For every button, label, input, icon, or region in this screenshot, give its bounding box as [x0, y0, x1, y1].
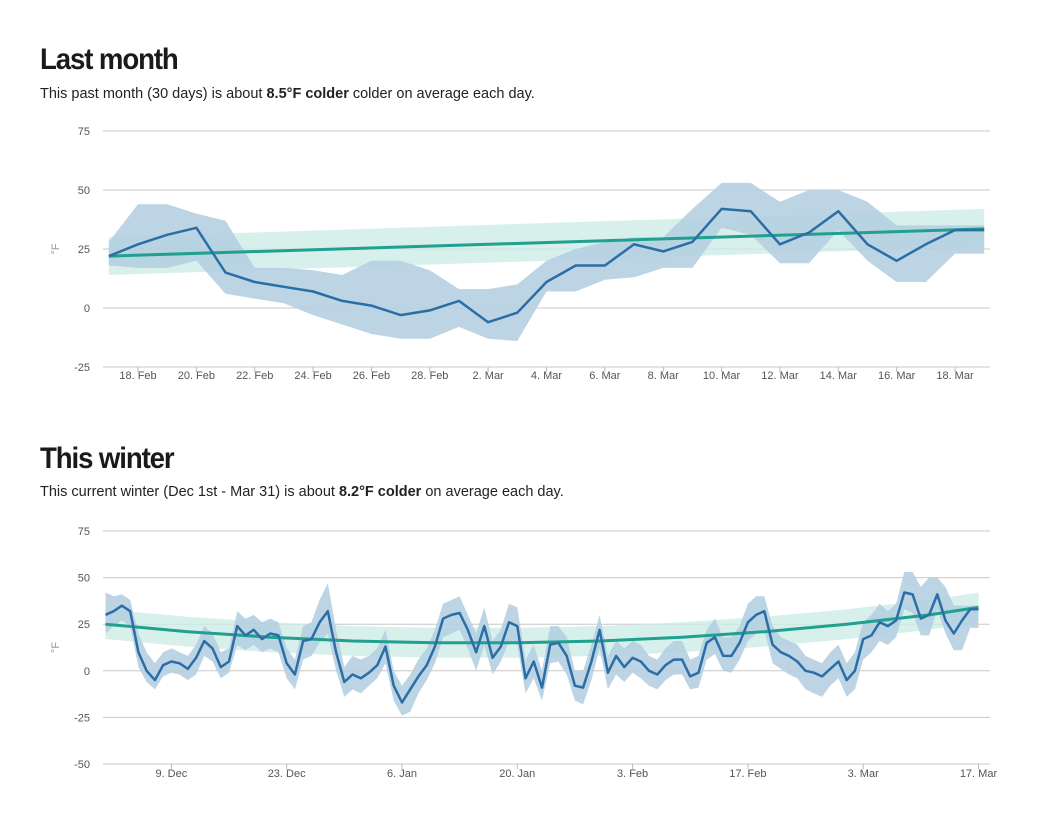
x-tick-label: 8. Mar — [648, 370, 680, 382]
temperature-range-band — [108, 182, 985, 341]
y-tick-label: -50 — [74, 759, 90, 771]
this-winter-chart: -50 -25 0 25 50 75 °F 9. Dec 23. Dec 6. Jan 20. Ja… — [50, 526, 998, 780]
x-tick-label: 17. Feb — [729, 768, 766, 780]
x-tick-label: 18. Feb — [119, 370, 156, 382]
y-tick-label: 0 — [84, 303, 90, 315]
x-tick-label: 2. Mar — [473, 370, 505, 382]
x-tick-label: 20. Jan — [499, 768, 535, 780]
x-tick-label: 14. Mar — [820, 370, 858, 382]
x-tick-label: 3. Feb — [617, 768, 648, 780]
y-tick-label: 75 — [78, 126, 90, 138]
x-tick-label: 26. Feb — [353, 370, 390, 382]
x-tick-label: 24. Feb — [294, 370, 331, 382]
x-tick-label: 6. Mar — [589, 370, 621, 382]
x-tick-label: 22. Feb — [236, 370, 273, 382]
y-tick-label: -25 — [74, 712, 90, 724]
y-tick-label: 50 — [78, 573, 90, 585]
y-axis-label: °F — [50, 243, 62, 254]
y-tick-label: -25 — [74, 362, 90, 374]
x-tick-label: 23. Dec — [268, 768, 306, 780]
this-winter-section: This winter This current winter (Dec 1st… — [0, 400, 1049, 822]
y-axis-label: °F — [50, 642, 62, 653]
y-tick-label: 0 — [84, 666, 90, 678]
x-tick-label: 4. Mar — [531, 370, 563, 382]
x-tick-label: 6. Jan — [387, 768, 417, 780]
last-month-section: Last month This past month (30 days) is … — [0, 0, 1049, 400]
x-tick-label: 9. Dec — [155, 768, 187, 780]
x-tick-label: 17. Mar — [960, 768, 998, 780]
x-tick-label: 18. Mar — [936, 370, 974, 382]
x-tick-label: 10. Mar — [703, 370, 741, 382]
x-tick-label: 3. Mar — [848, 768, 880, 780]
y-tick-label: 75 — [78, 526, 90, 538]
x-tick-label: 16. Mar — [878, 370, 916, 382]
x-tick-label: 12. Mar — [761, 370, 799, 382]
y-tick-label: 25 — [78, 244, 90, 256]
y-tick-label: 25 — [78, 619, 90, 631]
y-tick-label: 50 — [78, 185, 90, 197]
last-month-chart: -25 0 25 50 75 °F 18. Feb 20. Feb 22. Feb 24. Feb… — [50, 126, 990, 382]
x-tick-label: 28. Feb — [411, 370, 448, 382]
x-tick-label: 20. Feb — [178, 370, 215, 382]
